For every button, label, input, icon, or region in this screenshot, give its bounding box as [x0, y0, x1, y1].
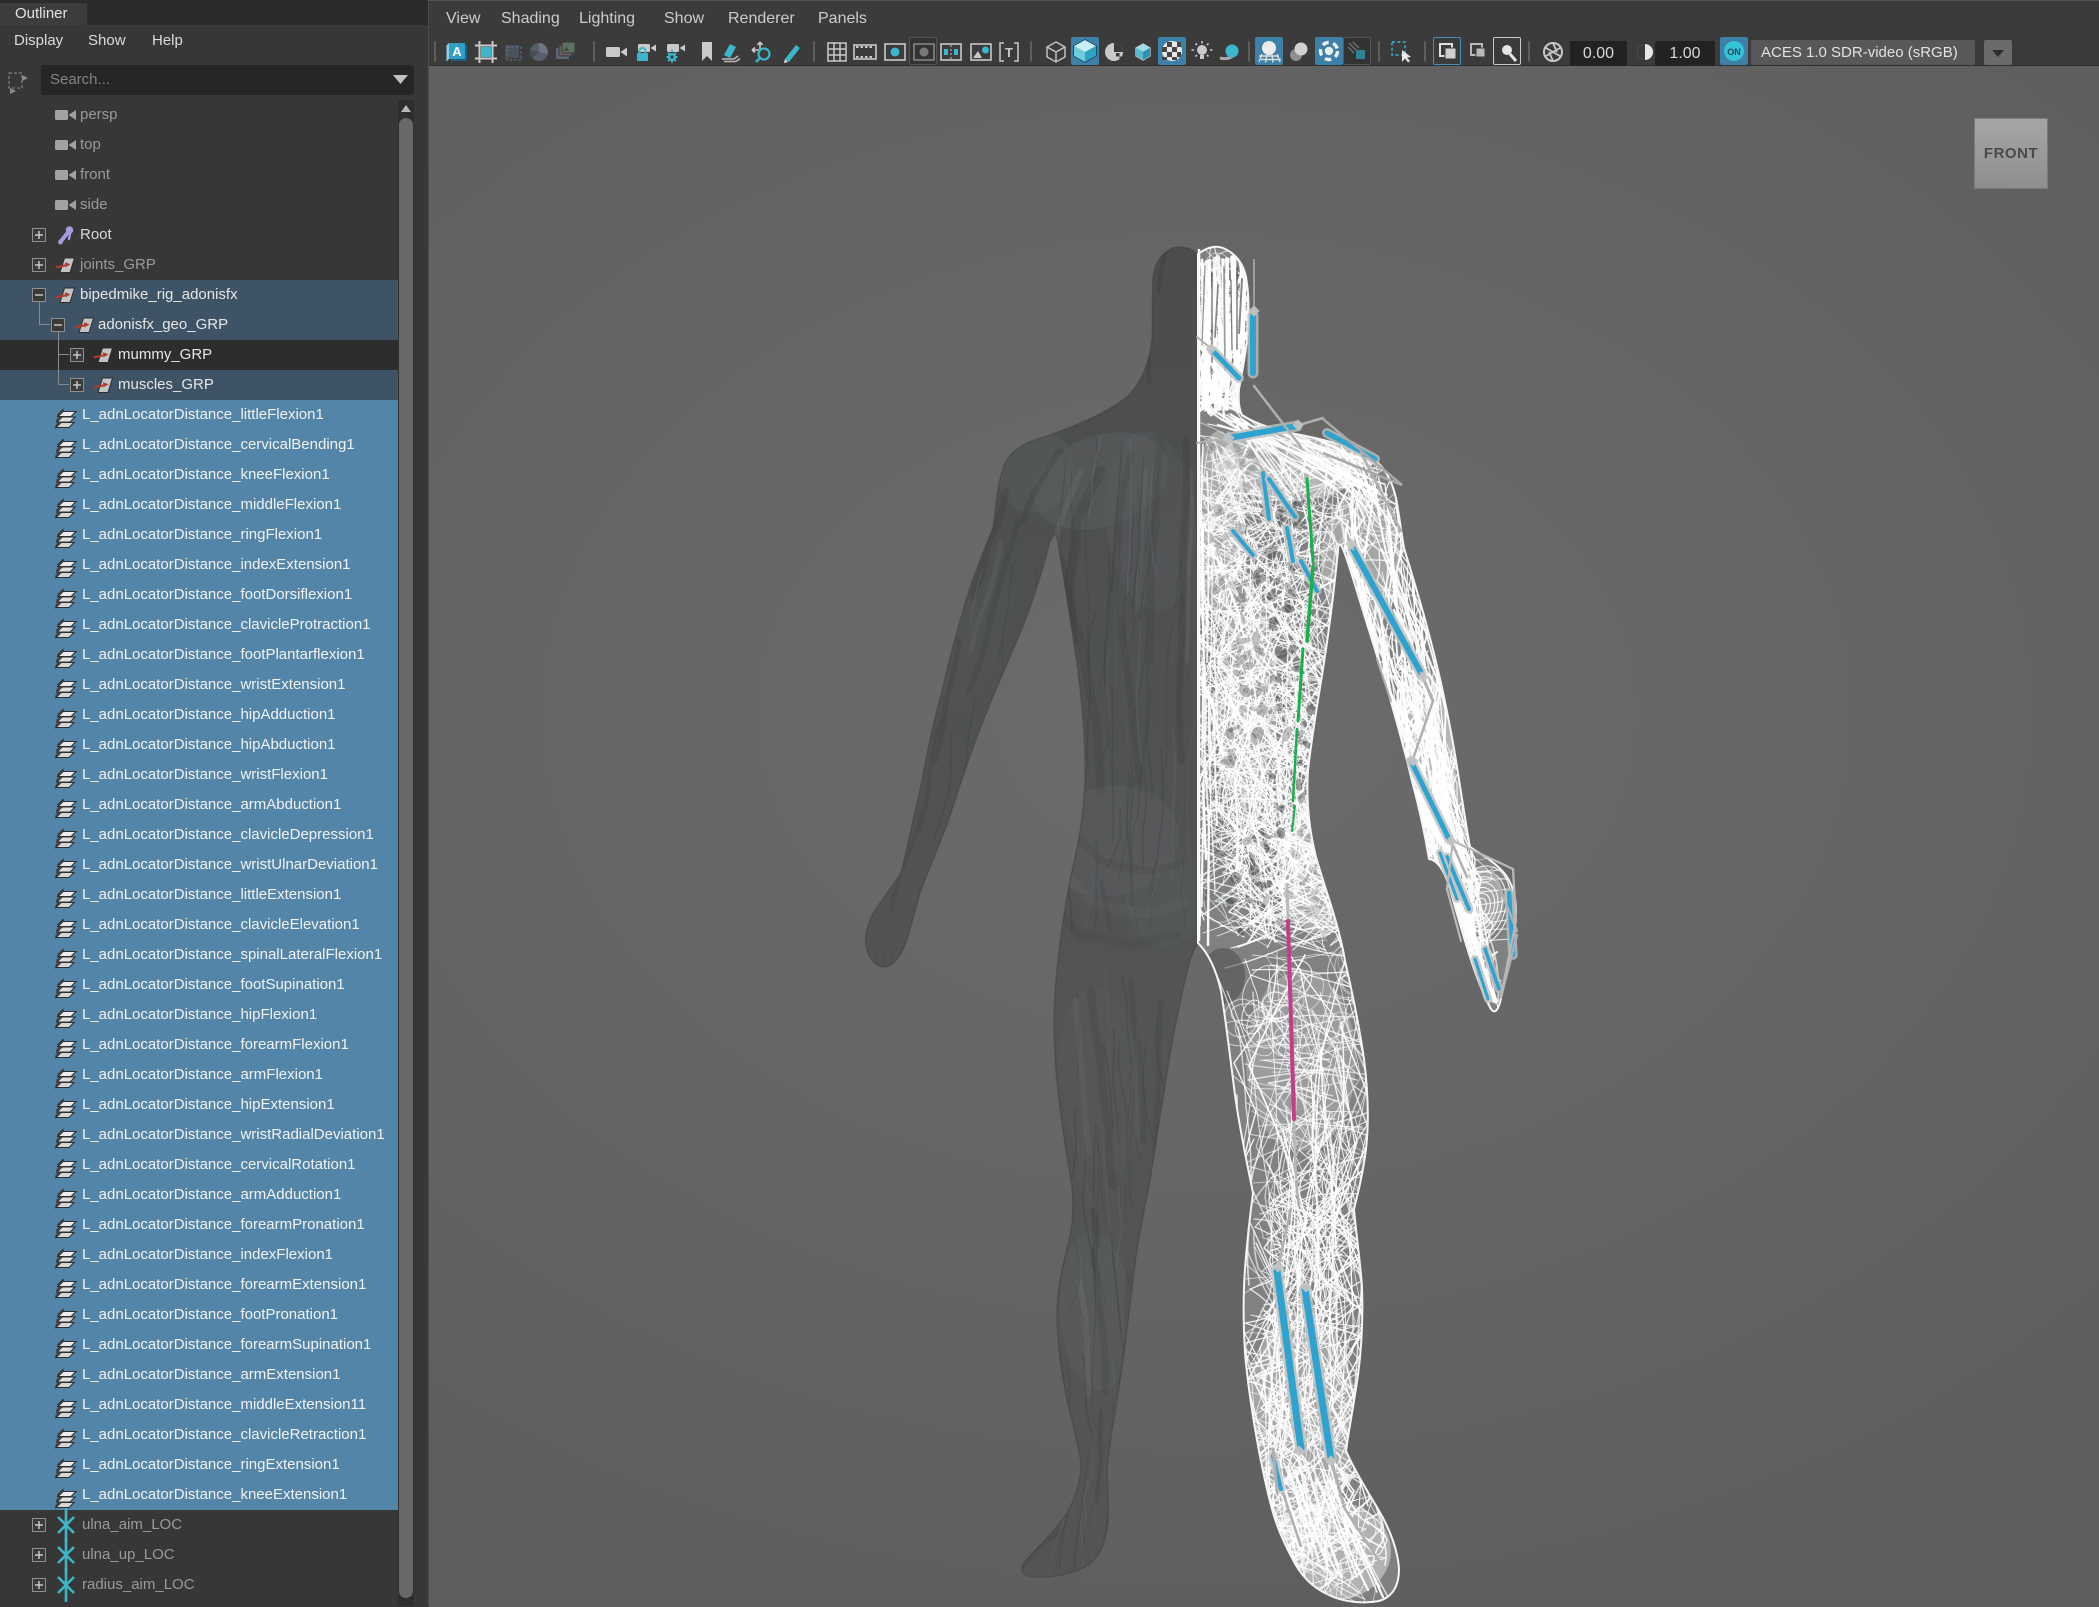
- svg-text:A: A: [452, 44, 462, 59]
- svg-text:T: T: [1005, 45, 1013, 60]
- svg-text:ON: ON: [1727, 47, 1741, 57]
